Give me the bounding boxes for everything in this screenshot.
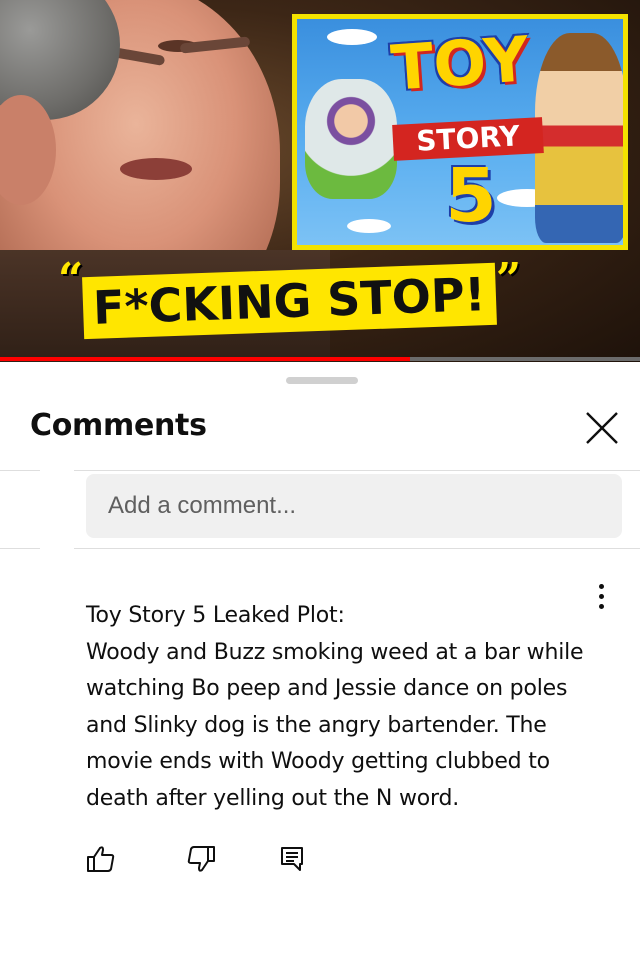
reply-icon xyxy=(281,847,303,871)
header-divider xyxy=(0,470,40,471)
comment-line: and Slinky dog is the angry bartender. T… xyxy=(86,712,547,738)
caption-open-quote: “ xyxy=(58,254,84,305)
caption-close-quote: ” xyxy=(495,254,522,305)
poster-logo-top: TOY xyxy=(388,22,532,105)
woody-character-image xyxy=(535,33,623,243)
video-player[interactable]: TOY STORY 5 “ F*CKING STOP! ” xyxy=(0,0,640,362)
video-progress-bar[interactable] xyxy=(0,357,640,361)
reply-button[interactable] xyxy=(276,842,310,876)
like-icon xyxy=(87,846,115,872)
caption-text: F*CKING STOP! xyxy=(82,262,497,340)
more-vert-icon xyxy=(598,583,604,589)
close-icon xyxy=(586,412,618,444)
close-button[interactable] xyxy=(580,406,624,450)
comment-line: Woody and Buzz smoking weed at a bar whi… xyxy=(86,639,584,665)
thumbnail-caption: “ F*CKING STOP! ” xyxy=(58,254,522,340)
input-divider xyxy=(74,548,640,549)
drag-handle[interactable] xyxy=(286,377,358,384)
video-progress-fill xyxy=(0,357,410,361)
poster-logo-number: 5 xyxy=(445,153,497,239)
toy-story-poster: TOY STORY 5 xyxy=(292,14,628,250)
comment-line: Toy Story 5 Leaked Plot: xyxy=(86,603,345,628)
comments-title: Comments xyxy=(30,408,207,443)
header-divider xyxy=(74,470,640,471)
dislike-button[interactable] xyxy=(184,842,218,876)
comment-text: Toy Story 5 Leaked Plot: Woody and Buzz … xyxy=(86,598,616,817)
comment-line: death after yelling out the N word. xyxy=(86,785,460,811)
comments-panel: Comments Toy Story 5 Leaked Plot: Woody … xyxy=(0,362,640,960)
like-button[interactable] xyxy=(84,842,118,876)
dislike-icon xyxy=(187,846,215,872)
input-divider xyxy=(0,548,40,549)
comment-line: watching Bo peep and Jessie dance on pol… xyxy=(86,676,568,701)
add-comment-input[interactable] xyxy=(86,474,622,538)
comment-line: movie ends with Woody getting clubbed to xyxy=(86,749,550,774)
